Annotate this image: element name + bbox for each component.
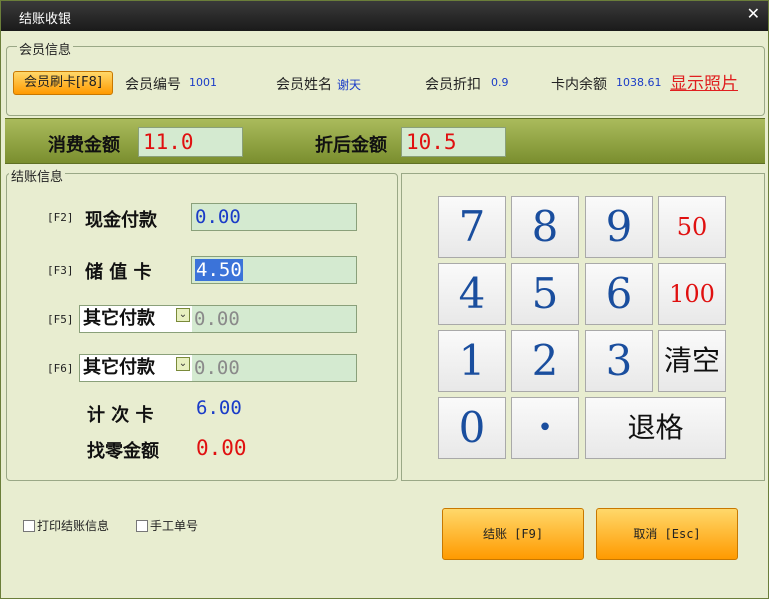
title-bar: 结账收银 ✕ [1, 1, 768, 31]
stored-card-selected-value: 4.50 [195, 259, 243, 281]
close-icon[interactable]: ✕ [747, 4, 760, 23]
other-payment-2-hotkey: [F6] [47, 362, 74, 375]
count-card-label: 计 次 卡 [87, 405, 154, 426]
change-amount-label: 找零金额 [87, 441, 159, 462]
stored-card-input[interactable]: 4.50 [191, 256, 357, 284]
key-3[interactable]: 3 [585, 330, 653, 392]
consume-amount-label: 消费金额 [48, 135, 120, 156]
count-card-value: 6.00 [196, 397, 242, 419]
checkout-info-legend: 结账信息 [9, 166, 66, 185]
card-balance-label: 卡内余额 [551, 77, 607, 93]
cash-payment-input[interactable]: 0.00 [191, 203, 357, 231]
key-0[interactable]: 0 [438, 397, 506, 459]
key-5[interactable]: 5 [511, 263, 579, 325]
key-9[interactable]: 9 [585, 196, 653, 258]
change-amount-value: 0.00 [196, 436, 247, 460]
other-payment-2-value[interactable]: 0.00 [194, 355, 240, 381]
key-decimal-point[interactable]: • [511, 397, 579, 459]
stored-card-hotkey: [F3] [47, 264, 74, 277]
key-1[interactable]: 1 [438, 330, 506, 392]
member-swipe-button[interactable]: 会员刷卡[F8] [13, 71, 113, 95]
clear-button[interactable]: 清空 [658, 330, 726, 392]
discounted-amount-label: 折后金额 [315, 135, 387, 156]
key-4[interactable]: 4 [438, 263, 506, 325]
member-id-label: 会员编号 [125, 77, 181, 93]
checkout-button[interactable]: 结账 [F9] [442, 508, 584, 560]
member-name-value: 谢天 [337, 78, 362, 92]
other-payment-1-field[interactable]: 其它付款 ⌄ 0.00 [79, 305, 357, 333]
card-balance-value: 1038.61 [616, 76, 662, 89]
backspace-button[interactable]: 退格 [585, 397, 726, 459]
chevron-down-icon[interactable]: ⌄ [176, 308, 190, 322]
discounted-amount-field: 10.5 [401, 127, 506, 157]
other-payment-2-field[interactable]: 其它付款 ⌄ 0.00 [79, 354, 357, 382]
stored-card-label: 储 值 卡 [85, 262, 152, 283]
member-discount-label: 会员折扣 [425, 77, 481, 93]
member-id-value: 1001 [189, 76, 217, 89]
checkbox-icon[interactable] [136, 520, 148, 532]
key-6[interactable]: 6 [585, 263, 653, 325]
key-8[interactable]: 8 [511, 196, 579, 258]
cash-payment-label: 现金付款 [85, 210, 157, 231]
cash-hotkey: [F2] [47, 211, 74, 224]
consume-amount-field: 11.0 [138, 127, 243, 157]
key-100[interactable]: 100 [658, 263, 726, 325]
print-info-label: 打印结账信息 [37, 519, 110, 533]
numeric-keypad: 7 8 9 50 4 5 6 100 1 2 3 清空 0 • 退格 [401, 173, 765, 481]
manual-number-label: 手工单号 [150, 519, 199, 533]
manual-number-checkbox[interactable]: 手工单号 [136, 517, 198, 534]
other-payment-1-value[interactable]: 0.00 [194, 306, 240, 332]
checkbox-icon[interactable] [23, 520, 35, 532]
member-discount-value: 0.9 [491, 76, 509, 89]
other-payment-1-hotkey: [F5] [47, 313, 74, 326]
cancel-button[interactable]: 取消 [Esc] [596, 508, 738, 560]
checkout-window: 结账收银 ✕ 会员信息 会员刷卡[F8] 会员编号 1001 会员姓名 谢天 会… [0, 0, 769, 599]
key-2[interactable]: 2 [511, 330, 579, 392]
amount-bar: 消费金额 11.0 折后金额 10.5 [5, 118, 765, 164]
chevron-down-icon[interactable]: ⌄ [176, 357, 190, 371]
print-info-checkbox[interactable]: 打印结账信息 [23, 517, 109, 534]
key-50[interactable]: 50 [658, 196, 726, 258]
window-title: 结账收银 [19, 12, 72, 27]
show-photo-link[interactable]: 显示照片 [670, 69, 738, 94]
key-7[interactable]: 7 [438, 196, 506, 258]
member-name-label: 会员姓名 [276, 77, 332, 93]
member-info-legend: 会员信息 [17, 39, 74, 58]
